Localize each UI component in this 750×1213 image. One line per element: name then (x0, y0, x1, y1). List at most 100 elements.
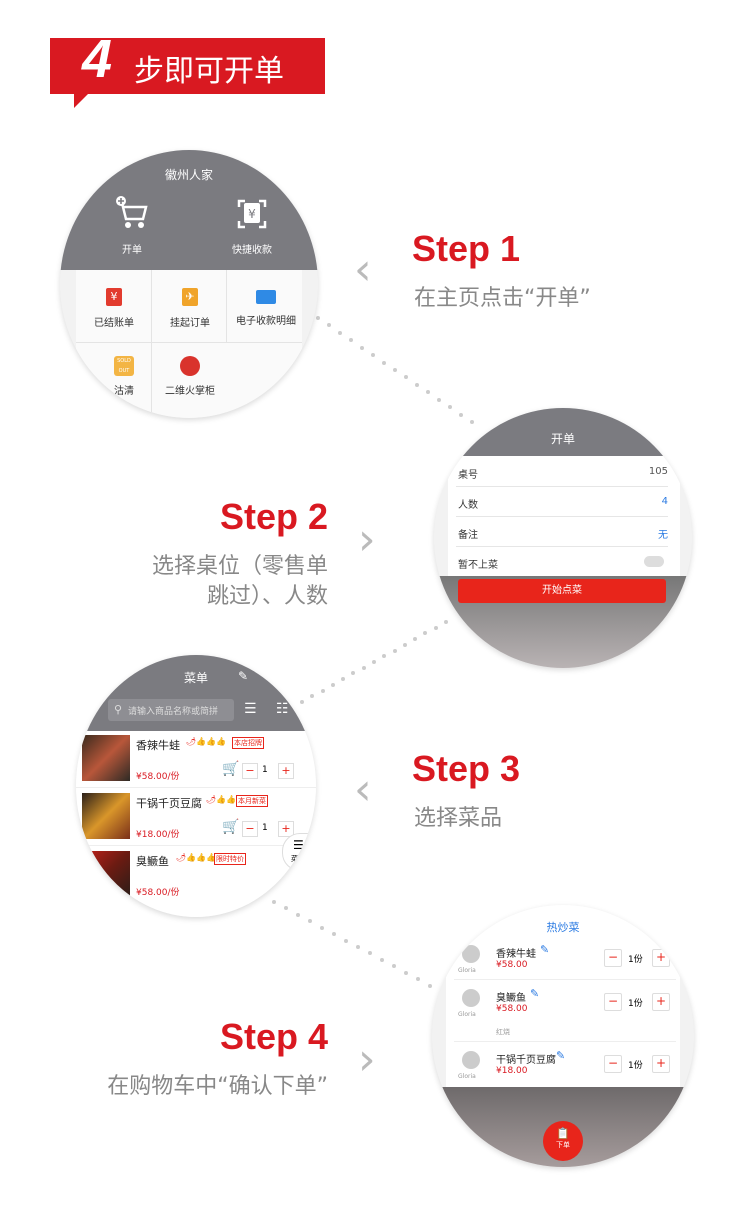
dish-tag: 本月新菜 (236, 795, 268, 807)
connector-dot (392, 648, 397, 653)
avatar (462, 1051, 480, 1069)
search-icon: ⚲ (114, 703, 123, 716)
tile-e-payments[interactable]: 电子收款明细 (230, 288, 302, 327)
step1-desc: 在主页点击“开单” (414, 286, 591, 311)
increase-button[interactable]: + (652, 1055, 670, 1073)
category-drawer-button[interactable]: ☰ 菜类 (282, 833, 316, 871)
cart-item-price: ¥58.00 (496, 960, 528, 970)
add-to-cart-icon[interactable]: 🛒 (222, 819, 239, 835)
increase-button[interactable]: + (652, 993, 670, 1011)
decrease-button[interactable]: − (604, 949, 622, 967)
screen-menu: 菜单 ✎ ⚲ 请输入商品名称或简拼 ☰ ☷ 香辣牛蛙 🌶👍👍👍 本店招牌 ¥58… (76, 655, 316, 917)
tile-sold-out[interactable]: SOLD OUT 沽清 (104, 356, 144, 397)
avatar (462, 989, 480, 1007)
decrease-button[interactable]: − (242, 763, 258, 779)
list-icon: ☰ (293, 838, 304, 852)
increase-button[interactable]: + (652, 949, 670, 967)
step2-title: Step 2 (219, 496, 328, 537)
decrease-button[interactable]: − (604, 1055, 622, 1073)
connector-dot (320, 925, 324, 930)
chevron-right-icon: › (358, 1034, 376, 1085)
connector-dot (393, 368, 397, 372)
connector-dot (356, 945, 360, 949)
grid-divider (226, 270, 227, 342)
tile-label: 电子收款明细 (236, 316, 296, 327)
start-ordering-button[interactable]: 开始点菜 (458, 579, 666, 603)
store-name: 徽州人家 (164, 168, 213, 182)
dish-name: 干锅千页豆腐 (136, 797, 202, 810)
connector-dot (404, 970, 408, 975)
edit-icon[interactable]: ✎ (238, 669, 248, 683)
filter-icon[interactable]: ☰ (244, 701, 257, 717)
edit-icon[interactable]: ✎ (530, 987, 539, 1000)
row-divider (454, 979, 676, 980)
dish-qty: 1 (262, 823, 268, 833)
tile-label: 二维火掌柜 (165, 386, 215, 397)
row-value: 105 (648, 466, 668, 477)
row-label: 桌号 (458, 470, 478, 481)
row-value: 4 (661, 496, 668, 507)
connector-dot (360, 345, 364, 350)
screen-home: 徽州人家 开单 ¥ 快捷收款 ¥ 已结账单 ✈ 挂起订单 电子收款明细 SOLD (60, 150, 318, 418)
cart-item-note: 红烧 (496, 1028, 510, 1036)
pin-order-icon: ✈ (182, 288, 198, 306)
cart-item-qty: 1份 (628, 999, 643, 1009)
hold-dishes-row: 暂不上菜 (456, 548, 668, 576)
screen-open-order: 开单 桌号 105 人数 4 备注 无 暂不上菜 开始点菜 (434, 408, 692, 668)
tile-label: 沽清 (114, 386, 134, 397)
spicy-icon: 🌶👍👍👍 (186, 737, 227, 746)
dish-name: 臭鳜鱼 (136, 855, 169, 868)
chevron-right-icon: › (358, 514, 376, 565)
connector-dot (382, 654, 387, 659)
dish-tag: 本店招牌 (232, 737, 264, 749)
connector-dot (402, 642, 407, 647)
cart-item-name: 干锅千页豆腐 (496, 1055, 556, 1066)
connector-dot (308, 919, 312, 924)
chevron-left-icon: ‹ (354, 244, 372, 295)
cart-item-qty: 1份 (628, 1061, 643, 1071)
decrease-button[interactable]: − (604, 993, 622, 1011)
add-to-cart-icon[interactable]: 🛒 (222, 761, 239, 777)
avatar (462, 945, 480, 963)
search-input[interactable]: ⚲ 请输入商品名称或简拼 (108, 699, 234, 721)
spicy-icon: 🌶👍👍 (206, 795, 237, 804)
connector-dot (368, 951, 372, 956)
edit-icon[interactable]: ✎ (540, 943, 549, 956)
guest-count-row[interactable]: 人数 4 (456, 488, 668, 517)
table-number-row[interactable]: 桌号 105 (456, 458, 668, 487)
decrease-button[interactable]: − (242, 821, 258, 837)
step3-desc: 选择菜品 (414, 806, 503, 831)
connector-dot (413, 637, 418, 642)
tile-settled-bills[interactable]: ¥ 已结账单 (82, 288, 146, 329)
card-icon (256, 290, 276, 304)
list-view-icon[interactable]: ☷ (276, 701, 289, 717)
hold-dishes-toggle[interactable] (644, 556, 664, 567)
sold-out-icon: SOLD OUT (114, 356, 134, 376)
menu-title: 菜单 (183, 671, 208, 685)
place-order-button[interactable]: 📋 下单 (543, 1121, 583, 1161)
connector-dot (316, 316, 320, 320)
connector-dot (320, 688, 325, 693)
dish-photo (82, 735, 130, 781)
quick-pay-label: 快捷收款 (232, 245, 272, 256)
step1-title: Step 1 (412, 228, 521, 269)
quick-pay-button[interactable]: ¥ 快捷收款 (212, 195, 292, 256)
step2-desc-line2: 跳过）、人数 (206, 584, 328, 609)
tile-pending-orders[interactable]: ✈ 挂起订单 (158, 288, 222, 329)
row-label: 备注 (458, 530, 478, 541)
remark-row[interactable]: 备注 无 (456, 518, 668, 547)
grid-divider (151, 270, 152, 418)
step4-desc: 在购物车中“确认下单” (107, 1074, 328, 1099)
connector-dot (392, 964, 396, 969)
edit-icon[interactable]: ✎ (556, 1049, 565, 1062)
open-order-title: 开单 (550, 432, 575, 446)
open-order-button[interactable]: 开单 (104, 195, 160, 256)
cart-category: 热炒菜 (546, 921, 580, 934)
tile-qr-manager[interactable]: 二维火掌柜 (160, 356, 220, 397)
connector-dot (423, 631, 428, 636)
tile-label: 挂起订单 (170, 318, 210, 329)
connector-dot (344, 938, 348, 943)
connector-dot (437, 397, 441, 402)
increase-button[interactable]: + (278, 763, 294, 779)
connector-dot (380, 957, 384, 962)
